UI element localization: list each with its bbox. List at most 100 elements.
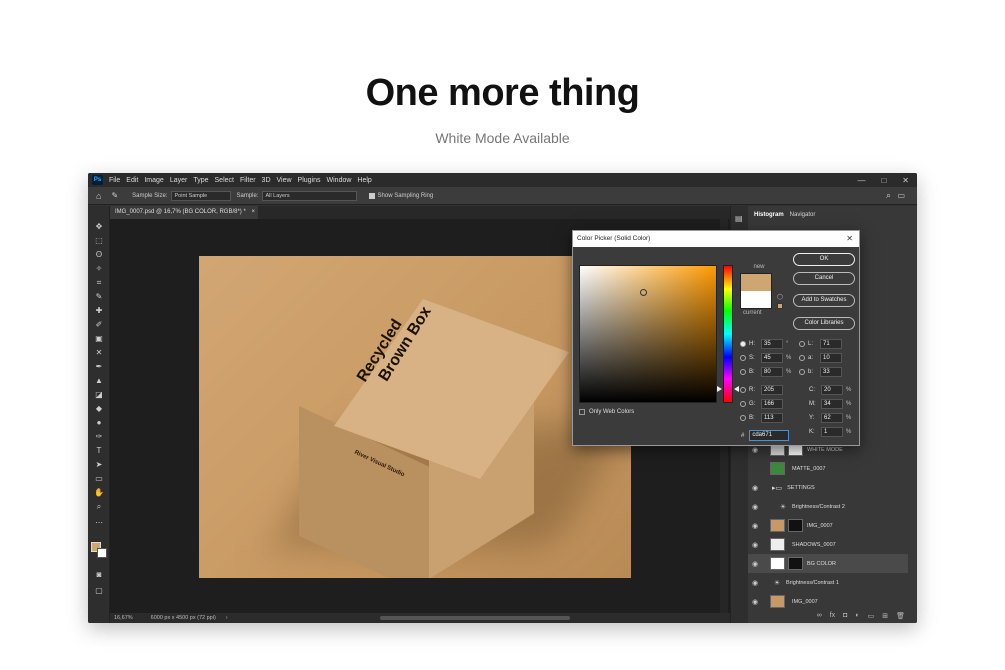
blur-tool-icon[interactable]: ◆ bbox=[94, 404, 104, 413]
layer-row-selected[interactable]: ◉ BG COLOR bbox=[748, 554, 908, 573]
add-to-swatches-button[interactable]: Add to Swatches bbox=[793, 294, 855, 307]
lab-b-radio[interactable] bbox=[799, 368, 805, 375]
layer-row[interactable]: ◉ ☀ Brightness/Contrast 2 bbox=[748, 497, 908, 516]
quick-mask-icon[interactable]: ◙ bbox=[94, 570, 104, 579]
document-canvas[interactable]: Recycled Brown Box River Visual Studio bbox=[199, 256, 631, 578]
gamut-warning-icon[interactable]: ⬡ bbox=[777, 293, 783, 301]
hue-slider[interactable] bbox=[723, 265, 733, 403]
move-tool-icon[interactable]: ✥ bbox=[94, 222, 104, 231]
eraser-tool-icon[interactable]: ▲ bbox=[94, 376, 104, 385]
lasso-tool-icon[interactable]: ʘ bbox=[94, 250, 104, 259]
eyedropper-tool-icon[interactable]: ✎ bbox=[94, 292, 104, 301]
hex-input[interactable]: cda671 bbox=[749, 430, 790, 441]
menu-file[interactable]: File bbox=[109, 177, 120, 184]
new-layer-icon[interactable]: ⊞ bbox=[882, 612, 888, 623]
status-arrow-icon[interactable]: › bbox=[226, 615, 228, 621]
gradient-tool-icon[interactable]: ◪ bbox=[94, 390, 104, 399]
link-layers-icon[interactable]: ∞ bbox=[817, 612, 822, 623]
yellow-input[interactable]: 62 bbox=[821, 412, 843, 423]
color-cursor[interactable] bbox=[640, 289, 647, 296]
crop-tool-icon[interactable]: ⌗ bbox=[94, 278, 104, 287]
green-input[interactable]: 166 bbox=[761, 398, 783, 409]
visibility-eye-icon[interactable]: ◉ bbox=[748, 522, 762, 530]
pen-tool-icon[interactable]: ✑ bbox=[94, 432, 104, 441]
history-brush-tool-icon[interactable]: ✕ bbox=[94, 348, 104, 357]
more-tools-icon[interactable]: ⋯ bbox=[94, 518, 104, 527]
menu-select[interactable]: Select bbox=[215, 177, 234, 184]
lab-l-radio[interactable] bbox=[799, 340, 805, 347]
current-color-swatch[interactable] bbox=[740, 291, 772, 309]
adjustment-layer-icon[interactable]: ◐ bbox=[855, 612, 859, 623]
lab-a-radio[interactable] bbox=[799, 354, 805, 361]
zoom-level[interactable]: 16,67% bbox=[114, 615, 133, 621]
tab-histogram[interactable]: Histogram bbox=[754, 212, 784, 224]
layer-row[interactable]: ◉ ▸▭ SETTINGS bbox=[748, 478, 908, 497]
saturation-radio[interactable] bbox=[740, 354, 746, 361]
tab-navigator[interactable]: Navigator bbox=[790, 212, 816, 224]
search-icon[interactable]: ⌕ bbox=[886, 190, 891, 201]
menu-edit[interactable]: Edit bbox=[126, 177, 138, 184]
hue-radio[interactable] bbox=[740, 340, 746, 347]
layer-row[interactable]: ◉ SHADOWS_0007 bbox=[748, 535, 908, 554]
new-group-icon[interactable]: ▭ bbox=[868, 612, 875, 623]
brightness-input[interactable]: 80 bbox=[761, 366, 783, 377]
background-color-swatch[interactable] bbox=[97, 548, 107, 558]
paint-tool-icon[interactable]: ✒ bbox=[94, 362, 104, 371]
path-selection-tool-icon[interactable]: ➤ bbox=[94, 460, 104, 469]
hand-tool-icon[interactable]: ✋ bbox=[94, 488, 104, 497]
lab-l-input[interactable]: 71 bbox=[820, 338, 842, 349]
visibility-eye-icon[interactable]: ◉ bbox=[748, 579, 762, 587]
only-web-colors-checkbox[interactable] bbox=[579, 409, 585, 415]
stamp-tool-icon[interactable]: ▣ bbox=[94, 334, 104, 343]
magenta-input[interactable]: 34 bbox=[821, 398, 843, 409]
hue-slider-handle-left[interactable] bbox=[717, 386, 722, 392]
tab-close-icon[interactable]: × bbox=[251, 209, 255, 215]
visibility-eye-icon[interactable]: ◉ bbox=[748, 484, 762, 492]
green-radio[interactable] bbox=[740, 400, 746, 407]
lab-a-input[interactable]: 10 bbox=[820, 352, 842, 363]
menu-layer[interactable]: Layer bbox=[170, 177, 188, 184]
menu-3d[interactable]: 3D bbox=[262, 177, 271, 184]
shape-tool-icon[interactable]: ▭ bbox=[94, 474, 104, 483]
layer-style-icon[interactable]: fx bbox=[830, 612, 835, 623]
web-safe-swatch[interactable] bbox=[777, 303, 783, 309]
layer-row[interactable]: ◉ ☀ Brightness/Contrast 1 bbox=[748, 573, 908, 592]
workspace-icon[interactable]: ▭ bbox=[897, 191, 905, 200]
zoom-tool-icon[interactable]: ⌕ bbox=[94, 502, 104, 511]
minimize-icon[interactable]: — bbox=[857, 176, 865, 185]
saturation-input[interactable]: 45 bbox=[761, 352, 783, 363]
layer-row[interactable]: ◉ IMG_0007 bbox=[748, 516, 908, 535]
add-mask-icon[interactable]: ◘ bbox=[843, 612, 847, 623]
document-tab[interactable]: IMG_0007.psd @ 16,7% (BG COLOR, RGB/8*) … bbox=[110, 206, 258, 219]
delete-layer-icon[interactable]: 🗑 bbox=[896, 612, 905, 623]
close-icon[interactable]: ✕ bbox=[846, 231, 853, 247]
magic-wand-tool-icon[interactable]: ✧ bbox=[94, 264, 104, 273]
ok-button[interactable]: OK bbox=[793, 253, 855, 266]
menu-plugins[interactable]: Plugins bbox=[298, 177, 321, 184]
visibility-eye-icon[interactable]: ◉ bbox=[748, 598, 762, 606]
home-icon[interactable]: ⌂ bbox=[96, 191, 101, 201]
dodge-tool-icon[interactable]: ● bbox=[94, 418, 104, 427]
blue-input[interactable]: 113 bbox=[761, 412, 783, 423]
menu-view[interactable]: View bbox=[277, 177, 292, 184]
visibility-eye-icon[interactable]: ◉ bbox=[748, 503, 762, 511]
only-web-colors[interactable]: Only Web Colors bbox=[579, 409, 634, 415]
menu-type[interactable]: Type bbox=[193, 177, 208, 184]
color-libraries-button[interactable]: Color Libraries bbox=[793, 317, 855, 330]
hue-input[interactable]: 35 bbox=[761, 338, 783, 349]
marquee-tool-icon[interactable]: ⬚ bbox=[94, 236, 104, 245]
show-sampling-ring-checkbox[interactable] bbox=[368, 192, 375, 199]
lab-b-input[interactable]: 33 bbox=[820, 366, 842, 377]
close-icon[interactable]: ✕ bbox=[902, 176, 909, 185]
menu-filter[interactable]: Filter bbox=[240, 177, 256, 184]
history-icon[interactable]: ▤ bbox=[735, 214, 743, 223]
red-input[interactable]: 205 bbox=[761, 384, 783, 395]
visibility-eye-icon[interactable]: ◉ bbox=[748, 446, 762, 454]
menu-help[interactable]: Help bbox=[357, 177, 371, 184]
maximize-icon[interactable]: □ bbox=[881, 176, 886, 185]
horizontal-scrollbar[interactable] bbox=[380, 616, 570, 620]
layer-row[interactable]: MATTE_0007 bbox=[748, 459, 908, 478]
cyan-input[interactable]: 20 bbox=[821, 384, 843, 395]
visibility-eye-icon[interactable]: ◉ bbox=[748, 560, 762, 568]
blue-radio[interactable] bbox=[740, 414, 746, 421]
